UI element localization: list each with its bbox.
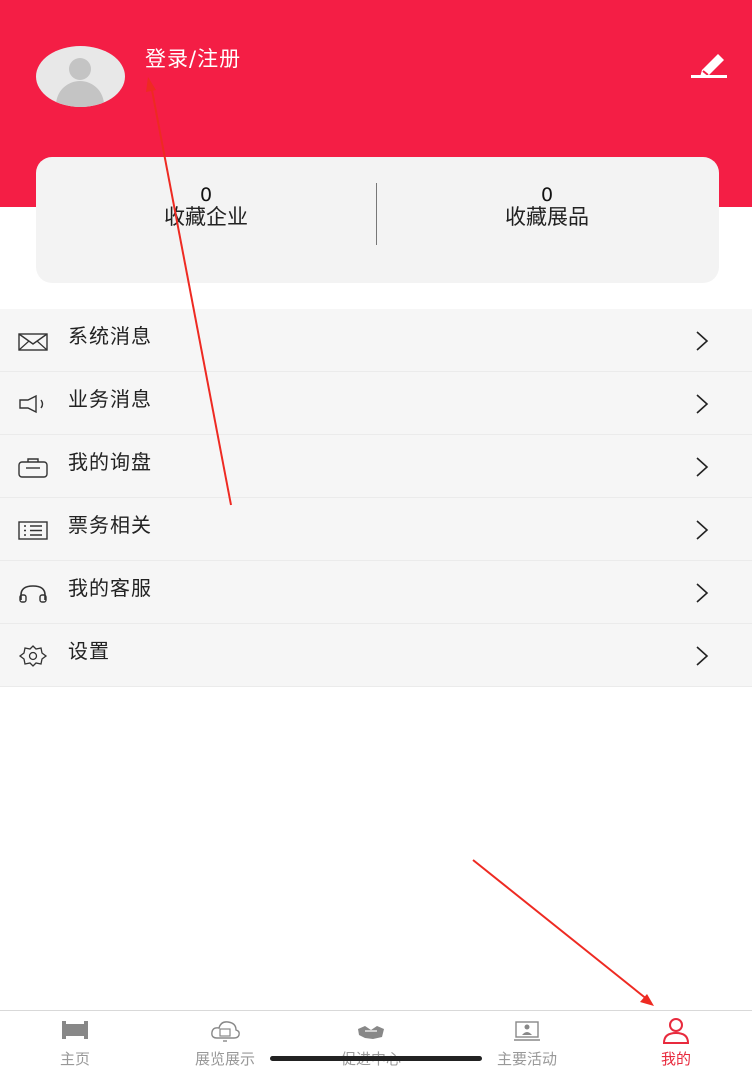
avatar-head xyxy=(69,58,91,80)
envelope-icon xyxy=(18,333,48,351)
favorite-exhibits-count: 0 xyxy=(540,184,554,206)
cloud-display-icon xyxy=(211,1021,240,1042)
avatar[interactable] xyxy=(36,46,125,107)
menu-item-label: 业务消息 xyxy=(68,387,152,411)
tab-promotion-center[interactable]: 促进中心 xyxy=(316,1011,426,1070)
chevron-right-icon xyxy=(696,646,709,666)
menu-list: 系统消息 业务消息 我的询盘 票务相关 我的客服 设置 xyxy=(0,309,752,687)
tab-home[interactable]: 主页 xyxy=(20,1011,130,1070)
briefcase-icon xyxy=(18,458,48,478)
user-icon xyxy=(662,1018,690,1044)
avatar-shoulders xyxy=(56,81,104,107)
menu-item-system-messages[interactable]: 系统消息 xyxy=(0,309,752,372)
home-icon xyxy=(62,1021,88,1039)
ticket-list-icon xyxy=(18,521,48,540)
menu-item-business-messages[interactable]: 业务消息 xyxy=(0,372,752,435)
chevron-right-icon xyxy=(696,457,709,477)
menu-item-label: 我的询盘 xyxy=(68,450,152,474)
tab-label: 展览展示 xyxy=(194,1050,255,1068)
favorite-companies-count: 0 xyxy=(199,184,213,206)
chevron-right-icon xyxy=(696,331,709,351)
menu-item-settings[interactable]: 设置 xyxy=(0,624,752,687)
tab-label: 主页 xyxy=(59,1050,90,1068)
login-register-link[interactable]: 登录/注册 xyxy=(145,43,241,73)
annotation-arrowhead-mine-tab xyxy=(640,994,654,1006)
tab-main-activities[interactable]: 主要活动 xyxy=(472,1011,582,1070)
menu-item-label: 票务相关 xyxy=(68,513,152,537)
annotation-arrow-mine-tab xyxy=(472,859,649,1001)
menu-item-label: 系统消息 xyxy=(68,324,152,348)
favorite-exhibits-stat[interactable]: 0 收藏展品 xyxy=(447,185,647,229)
handshake-icon xyxy=(358,1026,384,1039)
headset-icon xyxy=(19,585,47,603)
menu-item-my-inquiries[interactable]: 我的询盘 xyxy=(0,435,752,498)
megaphone-icon xyxy=(19,394,44,414)
favorite-companies-label: 收藏企业 xyxy=(164,205,248,229)
tab-label: 我的 xyxy=(660,1050,691,1068)
chevron-right-icon xyxy=(696,583,709,603)
stats-divider xyxy=(376,183,377,245)
menu-item-label: 我的客服 xyxy=(68,576,152,600)
tab-mine[interactable]: 我的 xyxy=(621,1011,731,1070)
menu-item-customer-service[interactable]: 我的客服 xyxy=(0,561,752,624)
favorite-exhibits-label: 收藏展品 xyxy=(505,205,589,229)
chevron-right-icon xyxy=(696,520,709,540)
stats-card: 0 收藏企业 0 收藏展品 xyxy=(36,157,719,283)
edit-pencil-icon[interactable] xyxy=(688,48,730,80)
home-indicator xyxy=(270,1056,482,1061)
favorite-companies-stat[interactable]: 0 收藏企业 xyxy=(106,185,306,229)
menu-item-ticketing[interactable]: 票务相关 xyxy=(0,498,752,561)
tab-exhibitions[interactable]: 展览展示 xyxy=(170,1011,280,1070)
presentation-icon xyxy=(514,1021,540,1041)
gear-icon xyxy=(18,645,48,667)
chevron-right-icon xyxy=(696,394,709,414)
menu-item-label: 设置 xyxy=(68,639,110,663)
bottom-tab-bar: 主页 展览展示 促进中心 主要活动 我的 xyxy=(0,1010,752,1070)
tab-label: 主要活动 xyxy=(496,1050,557,1068)
